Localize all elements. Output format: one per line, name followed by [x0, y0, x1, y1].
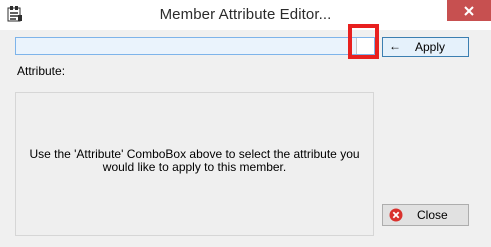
dropdown-highlight-box: [348, 24, 379, 59]
info-message-line-2: would like to apply to this member.: [102, 160, 287, 174]
arrow-left-icon: ←: [389, 39, 401, 53]
window-close-icon: [464, 5, 474, 16]
apply-button[interactable]: ← Apply: [382, 37, 469, 57]
dialog-client-area: ← Apply Attribute: Use the 'Attribute' C…: [8, 24, 491, 247]
close-button[interactable]: Close: [382, 204, 469, 226]
window-title: Member Attribute Editor...: [159, 6, 332, 23]
member-attribute-editor-window: Member Attribute Editor... ← Apply Attri…: [0, 0, 491, 247]
info-panel: Use the 'Attribute' ComboBox above to se…: [15, 92, 374, 236]
title-bar[interactable]: Member Attribute Editor...: [0, 0, 491, 30]
close-button-label: Close: [417, 208, 448, 222]
apply-button-label: Apply: [414, 40, 446, 54]
info-message: Use the 'Attribute' ComboBox above to se…: [16, 148, 373, 174]
attribute-combobox[interactable]: [15, 37, 375, 55]
window-close-button[interactable]: [447, 0, 491, 21]
attribute-label: Attribute:: [17, 64, 66, 78]
close-circle-icon: [389, 208, 403, 222]
